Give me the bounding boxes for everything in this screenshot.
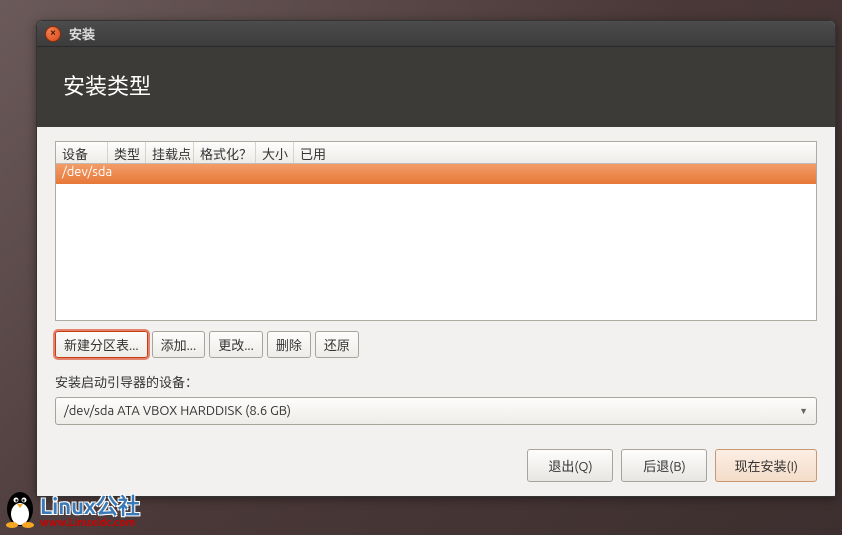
installer-window: 安装 安装类型 设备 类型 挂载点 格式化？ 大小 已用 /dev/sda 新建… bbox=[36, 20, 836, 497]
partition-buttons: 新建分区表... 添加... 更改... 删除 还原 bbox=[55, 331, 817, 358]
revert-button[interactable]: 还原 bbox=[315, 331, 359, 358]
watermark: Linux公社 www.Linuxidc.com bbox=[2, 487, 140, 529]
add-button[interactable]: 添加... bbox=[152, 331, 206, 358]
col-device[interactable]: 设备 bbox=[56, 142, 108, 163]
bootloader-value: /dev/sda ATA VBOX HARDDISK (8.6 GB) bbox=[64, 404, 291, 418]
new-partition-table-button[interactable]: 新建分区表... bbox=[55, 331, 148, 358]
col-size[interactable]: 大小 bbox=[256, 142, 294, 163]
watermark-url: www.Linuxidc.com bbox=[40, 518, 140, 529]
partition-table: 设备 类型 挂载点 格式化？ 大小 已用 /dev/sda bbox=[55, 141, 817, 321]
content-area: 设备 类型 挂载点 格式化？ 大小 已用 /dev/sda 新建分区表... 添… bbox=[37, 127, 835, 496]
bootloader-select[interactable]: /dev/sda ATA VBOX HARDDISK (8.6 GB) ▼ bbox=[55, 397, 817, 425]
col-used[interactable]: 已用 bbox=[294, 142, 816, 163]
bootloader-label: 安装启动引导器的设备： bbox=[55, 372, 817, 391]
header: 安装类型 bbox=[37, 47, 835, 127]
back-button[interactable]: 后退(B) bbox=[621, 449, 707, 482]
col-format[interactable]: 格式化？ bbox=[194, 142, 256, 163]
table-row[interactable]: /dev/sda bbox=[56, 164, 816, 184]
window-title: 安装 bbox=[69, 24, 95, 43]
table-header: 设备 类型 挂载点 格式化？ 大小 已用 bbox=[56, 142, 816, 164]
footer-buttons: 退出(Q) 后退(B) 现在安装(I) bbox=[55, 449, 817, 482]
col-type[interactable]: 类型 bbox=[108, 142, 146, 163]
page-title: 安装类型 bbox=[63, 69, 809, 101]
chevron-down-icon: ▼ bbox=[799, 406, 808, 416]
tux-icon bbox=[2, 487, 38, 529]
close-icon[interactable] bbox=[45, 26, 61, 42]
cell-device: /dev/sda bbox=[56, 164, 118, 184]
table-body[interactable]: /dev/sda bbox=[56, 164, 816, 320]
titlebar[interactable]: 安装 bbox=[37, 21, 835, 47]
delete-button[interactable]: 删除 bbox=[267, 331, 311, 358]
bootloader-section: 安装启动引导器的设备： /dev/sda ATA VBOX HARDDISK (… bbox=[55, 372, 817, 425]
change-button[interactable]: 更改... bbox=[209, 331, 263, 358]
watermark-title: Linux公社 bbox=[40, 496, 140, 518]
install-now-button[interactable]: 现在安装(I) bbox=[715, 449, 817, 482]
watermark-text: Linux公社 www.Linuxidc.com bbox=[40, 496, 140, 529]
quit-button[interactable]: 退出(Q) bbox=[527, 449, 613, 482]
col-mount[interactable]: 挂载点 bbox=[146, 142, 194, 163]
